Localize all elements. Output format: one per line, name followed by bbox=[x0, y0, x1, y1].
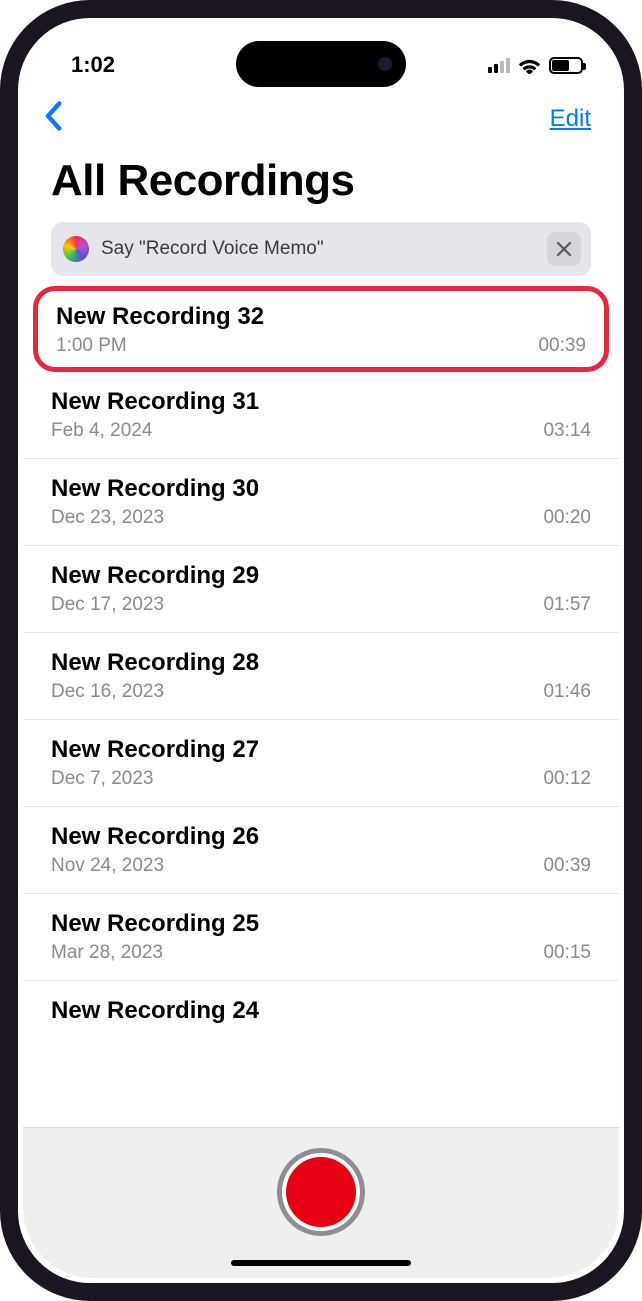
recording-date: Dec 16, 2023 bbox=[51, 681, 164, 703]
back-button[interactable] bbox=[43, 101, 63, 136]
recording-title: New Recording 28 bbox=[51, 649, 591, 677]
recording-date: Feb 4, 2024 bbox=[51, 420, 152, 442]
recording-title: New Recording 24 bbox=[51, 997, 591, 1025]
page-title: All Recordings bbox=[23, 144, 619, 222]
recording-row[interactable]: New Recording 26 Nov 24, 2023 00:39 bbox=[23, 807, 619, 894]
recording-duration: 00:39 bbox=[538, 335, 586, 357]
close-icon[interactable] bbox=[547, 232, 581, 266]
recording-meta: Dec 16, 2023 01:46 bbox=[51, 681, 591, 703]
recording-date: 1:00 PM bbox=[56, 335, 127, 357]
recording-duration: 01:57 bbox=[543, 594, 591, 616]
home-indicator[interactable] bbox=[231, 1260, 411, 1266]
recording-meta: Mar 28, 2023 00:15 bbox=[51, 942, 591, 964]
siri-hint-text: Say "Record Voice Memo" bbox=[101, 238, 535, 260]
siri-icon bbox=[63, 236, 89, 262]
bottom-toolbar bbox=[23, 1127, 619, 1278]
recording-date: Mar 28, 2023 bbox=[51, 942, 163, 964]
recording-duration: 03:14 bbox=[543, 420, 591, 442]
recording-title: New Recording 31 bbox=[51, 388, 591, 416]
recording-date: Dec 7, 2023 bbox=[51, 768, 153, 790]
recording-title: New Recording 27 bbox=[51, 736, 591, 764]
wifi-icon bbox=[518, 57, 541, 74]
recording-title: New Recording 30 bbox=[51, 475, 591, 503]
recording-title: New Recording 25 bbox=[51, 910, 591, 938]
recording-duration: 00:39 bbox=[543, 855, 591, 877]
recording-title: New Recording 32 bbox=[56, 303, 586, 331]
recording-row[interactable]: New Recording 29 Dec 17, 2023 01:57 bbox=[23, 546, 619, 633]
recording-meta: Dec 23, 2023 00:20 bbox=[51, 507, 591, 529]
record-button[interactable] bbox=[277, 1148, 365, 1236]
recording-row[interactable]: New Recording 27 Dec 7, 2023 00:12 bbox=[23, 720, 619, 807]
recording-duration: 00:20 bbox=[543, 507, 591, 529]
recording-meta: Dec 7, 2023 00:12 bbox=[51, 768, 591, 790]
battery-icon bbox=[549, 57, 583, 74]
record-icon bbox=[286, 1157, 356, 1227]
recording-row[interactable]: New Recording 28 Dec 16, 2023 01:46 bbox=[23, 633, 619, 720]
recording-duration: 01:46 bbox=[543, 681, 591, 703]
nav-bar: Edit bbox=[23, 93, 619, 144]
recording-row[interactable]: New Recording 25 Mar 28, 2023 00:15 bbox=[23, 894, 619, 981]
recording-meta: Feb 4, 2024 03:14 bbox=[51, 420, 591, 442]
recording-title: New Recording 29 bbox=[51, 562, 591, 590]
recording-duration: 00:15 bbox=[543, 942, 591, 964]
status-time: 1:02 bbox=[71, 52, 115, 78]
recording-date: Dec 17, 2023 bbox=[51, 594, 164, 616]
recordings-list: New Recording 321:00 PM00:39New Recordin… bbox=[23, 286, 619, 1127]
recording-row[interactable]: New Recording 31 Feb 4, 2024 03:14 bbox=[23, 372, 619, 459]
recording-meta: 1:00 PM 00:39 bbox=[56, 335, 586, 357]
device-frame: 1:02 Edit All Recordings Say "Record Voi… bbox=[0, 0, 642, 1301]
recording-date: Nov 24, 2023 bbox=[51, 855, 164, 877]
recording-meta: Dec 17, 2023 01:57 bbox=[51, 594, 591, 616]
dynamic-island bbox=[236, 41, 406, 87]
recording-row[interactable]: New Recording 24 bbox=[23, 981, 619, 1041]
front-camera-icon bbox=[378, 57, 392, 71]
recording-duration: 00:12 bbox=[543, 768, 591, 790]
recording-date: Dec 23, 2023 bbox=[51, 507, 164, 529]
siri-suggestion-bar[interactable]: Say "Record Voice Memo" bbox=[51, 222, 591, 276]
cellular-signal-icon bbox=[488, 57, 510, 73]
recording-row[interactable]: New Recording 32 1:00 PM 00:39 bbox=[33, 286, 609, 372]
recording-title: New Recording 26 bbox=[51, 823, 591, 851]
recording-row[interactable]: New Recording 30 Dec 23, 2023 00:20 bbox=[23, 459, 619, 546]
recording-meta: Nov 24, 2023 00:39 bbox=[51, 855, 591, 877]
edit-button[interactable]: Edit bbox=[550, 105, 591, 133]
